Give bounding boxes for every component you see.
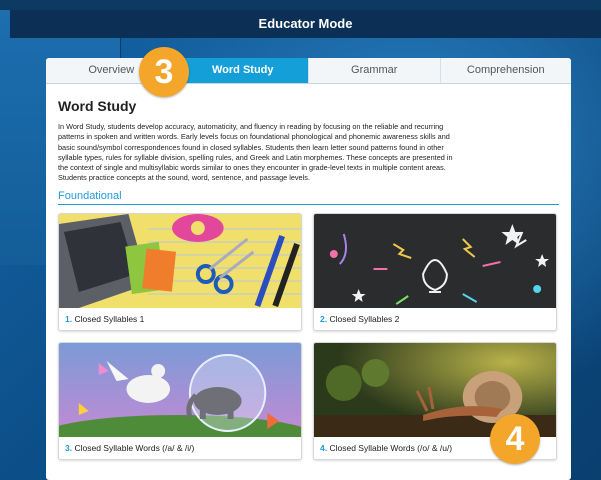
lesson-number: 2. (320, 313, 328, 324)
callout-badge-3: 3 (139, 47, 189, 97)
callout-badge-4: 4 (490, 414, 540, 464)
lesson-title: Closed Syllable Words (/a/ & /i/) (74, 442, 195, 453)
tab-comprehension[interactable]: Comprehension (441, 58, 572, 83)
lesson-title: Closed Syllables 1 (74, 313, 145, 324)
window-header: Educator Mode (10, 10, 601, 38)
description-text: In Word Study, students develop accuracy… (58, 122, 453, 183)
lesson-thumbnail-3 (59, 342, 301, 437)
lesson-grid: 1. Closed Syllables 1 2. Closed Syllable… (58, 212, 559, 460)
lesson-number: 1. (65, 313, 73, 324)
lesson-caption-1: 1. Closed Syllables 1 (59, 308, 301, 330)
tab-bar: Overview Word Study Grammar Comprehensio… (46, 58, 571, 84)
lesson-card-1[interactable]: 1. Closed Syllables 1 (58, 212, 302, 331)
lesson-card-3[interactable]: 3. Closed Syllable Words (/a/ & /i/) (58, 341, 302, 460)
lesson-thumbnail-2 (314, 213, 556, 308)
lesson-caption-3: 3. Closed Syllable Words (/a/ & /i/) (59, 437, 301, 459)
page-title: Word Study (58, 98, 137, 114)
lesson-number: 3. (65, 442, 73, 453)
lesson-thumbnail-1 (59, 213, 301, 308)
lesson-number: 4. (320, 442, 328, 453)
tab-word-study[interactable]: Word Study (177, 58, 309, 83)
tab-grammar[interactable]: Grammar (309, 58, 441, 83)
lesson-caption-2: 2. Closed Syllables 2 (314, 308, 556, 330)
lesson-title: Closed Syllables 2 (329, 313, 400, 324)
lesson-card-2[interactable]: 2. Closed Syllables 2 (313, 212, 557, 331)
header-title: Educator Mode (258, 16, 353, 31)
content-area: Word Study In Word Study, students devel… (46, 84, 571, 460)
word-study-panel: Overview Word Study Grammar Comprehensio… (46, 58, 571, 480)
background-top-strip (0, 0, 601, 10)
section-heading-foundational: Foundational (58, 190, 559, 205)
lesson-title: Closed Syllable Words (/o/ & /u/) (329, 442, 453, 453)
